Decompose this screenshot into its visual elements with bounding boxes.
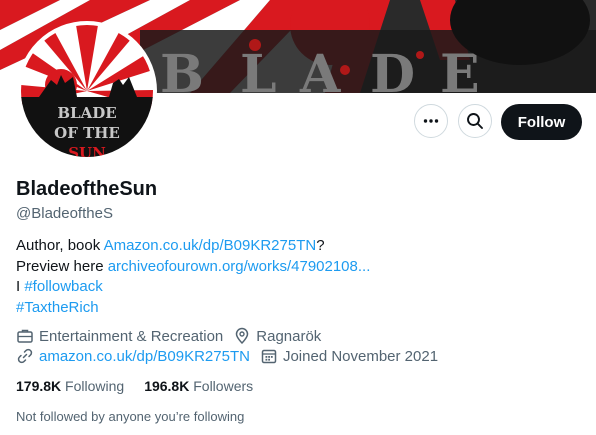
bio-line-1: Author, book Amazon.co.uk/dp/B09KR275TN? — [16, 236, 370, 257]
more-icon — [423, 119, 439, 123]
bio-link-amazon[interactable]: Amazon.co.uk/dp/B09KR275TN — [104, 237, 317, 254]
hashtag-taxtherich[interactable]: #TaxtheRich — [16, 299, 99, 316]
category-item: Entertainment & Recreation — [16, 327, 223, 345]
search-icon — [467, 113, 483, 129]
following-stat[interactable]: 179.8K Following — [16, 378, 124, 394]
follow-stats: 179.8K Following 196.8K Followers — [16, 378, 273, 394]
avatar-text-2: OF THE — [54, 124, 120, 142]
followers-label: Followers — [193, 378, 254, 394]
link-icon — [17, 348, 33, 364]
more-button[interactable] — [414, 104, 448, 138]
bio-line-3: I #followback — [16, 277, 370, 298]
following-label: Following — [65, 378, 125, 394]
avatar[interactable]: BLADE OF THE SUN — [17, 21, 157, 161]
briefcase-icon — [17, 329, 33, 343]
location-pin-icon — [236, 327, 249, 345]
category-label: Entertainment & Recreation — [39, 327, 224, 345]
avatar-text-1: BLADE — [57, 104, 116, 122]
follow-button[interactable]: Follow — [501, 104, 582, 140]
calendar-icon — [261, 349, 277, 364]
location-item: Ragnarök — [233, 327, 321, 345]
avatar-text-3: SUN — [68, 144, 106, 157]
bio-link-ao3[interactable]: archiveofourown.org/works/47902108... — [108, 258, 371, 275]
user-handle: @BladeoftheS — [16, 205, 113, 222]
profile-meta-row-1: Entertainment & Recreation Ragnarök — [16, 327, 331, 345]
bio: Author, book Amazon.co.uk/dp/B09KR275TN?… — [16, 236, 370, 318]
bio-line-4: #TaxtheRich — [16, 298, 370, 319]
svg-text:B: B — [160, 44, 204, 93]
joined-label: Joined November 2021 — [282, 347, 439, 365]
location-label: Ragnarök — [256, 327, 322, 345]
followers-count: 196.8K — [144, 378, 190, 394]
website-link[interactable]: amazon.co.uk/dp/B09KR275TN — [39, 348, 250, 365]
followers-stat[interactable]: 196.8K Followers — [144, 378, 253, 394]
search-button[interactable] — [458, 104, 492, 138]
svg-text:A: A — [299, 44, 341, 93]
website-item: amazon.co.uk/dp/B09KR275TN — [16, 347, 250, 365]
svg-text:L: L — [240, 44, 277, 93]
following-count: 179.8K — [16, 378, 62, 394]
followed-by-note: Not followed by anyone you’re following — [16, 409, 245, 424]
svg-text:D: D — [370, 44, 415, 93]
bio-text: Author, book — [16, 237, 104, 254]
hashtag-followback[interactable]: #followback — [24, 278, 102, 295]
profile-meta-row-2: amazon.co.uk/dp/B09KR275TN Joined Novemb… — [16, 347, 448, 365]
joined-item: Joined November 2021 — [260, 347, 438, 365]
display-name: BladeoftheSun — [16, 178, 158, 200]
bio-line-2: Preview here archiveofourown.org/works/4… — [16, 257, 370, 278]
bio-text: Preview here — [16, 257, 108, 275]
bio-text: ? — [316, 237, 325, 254]
